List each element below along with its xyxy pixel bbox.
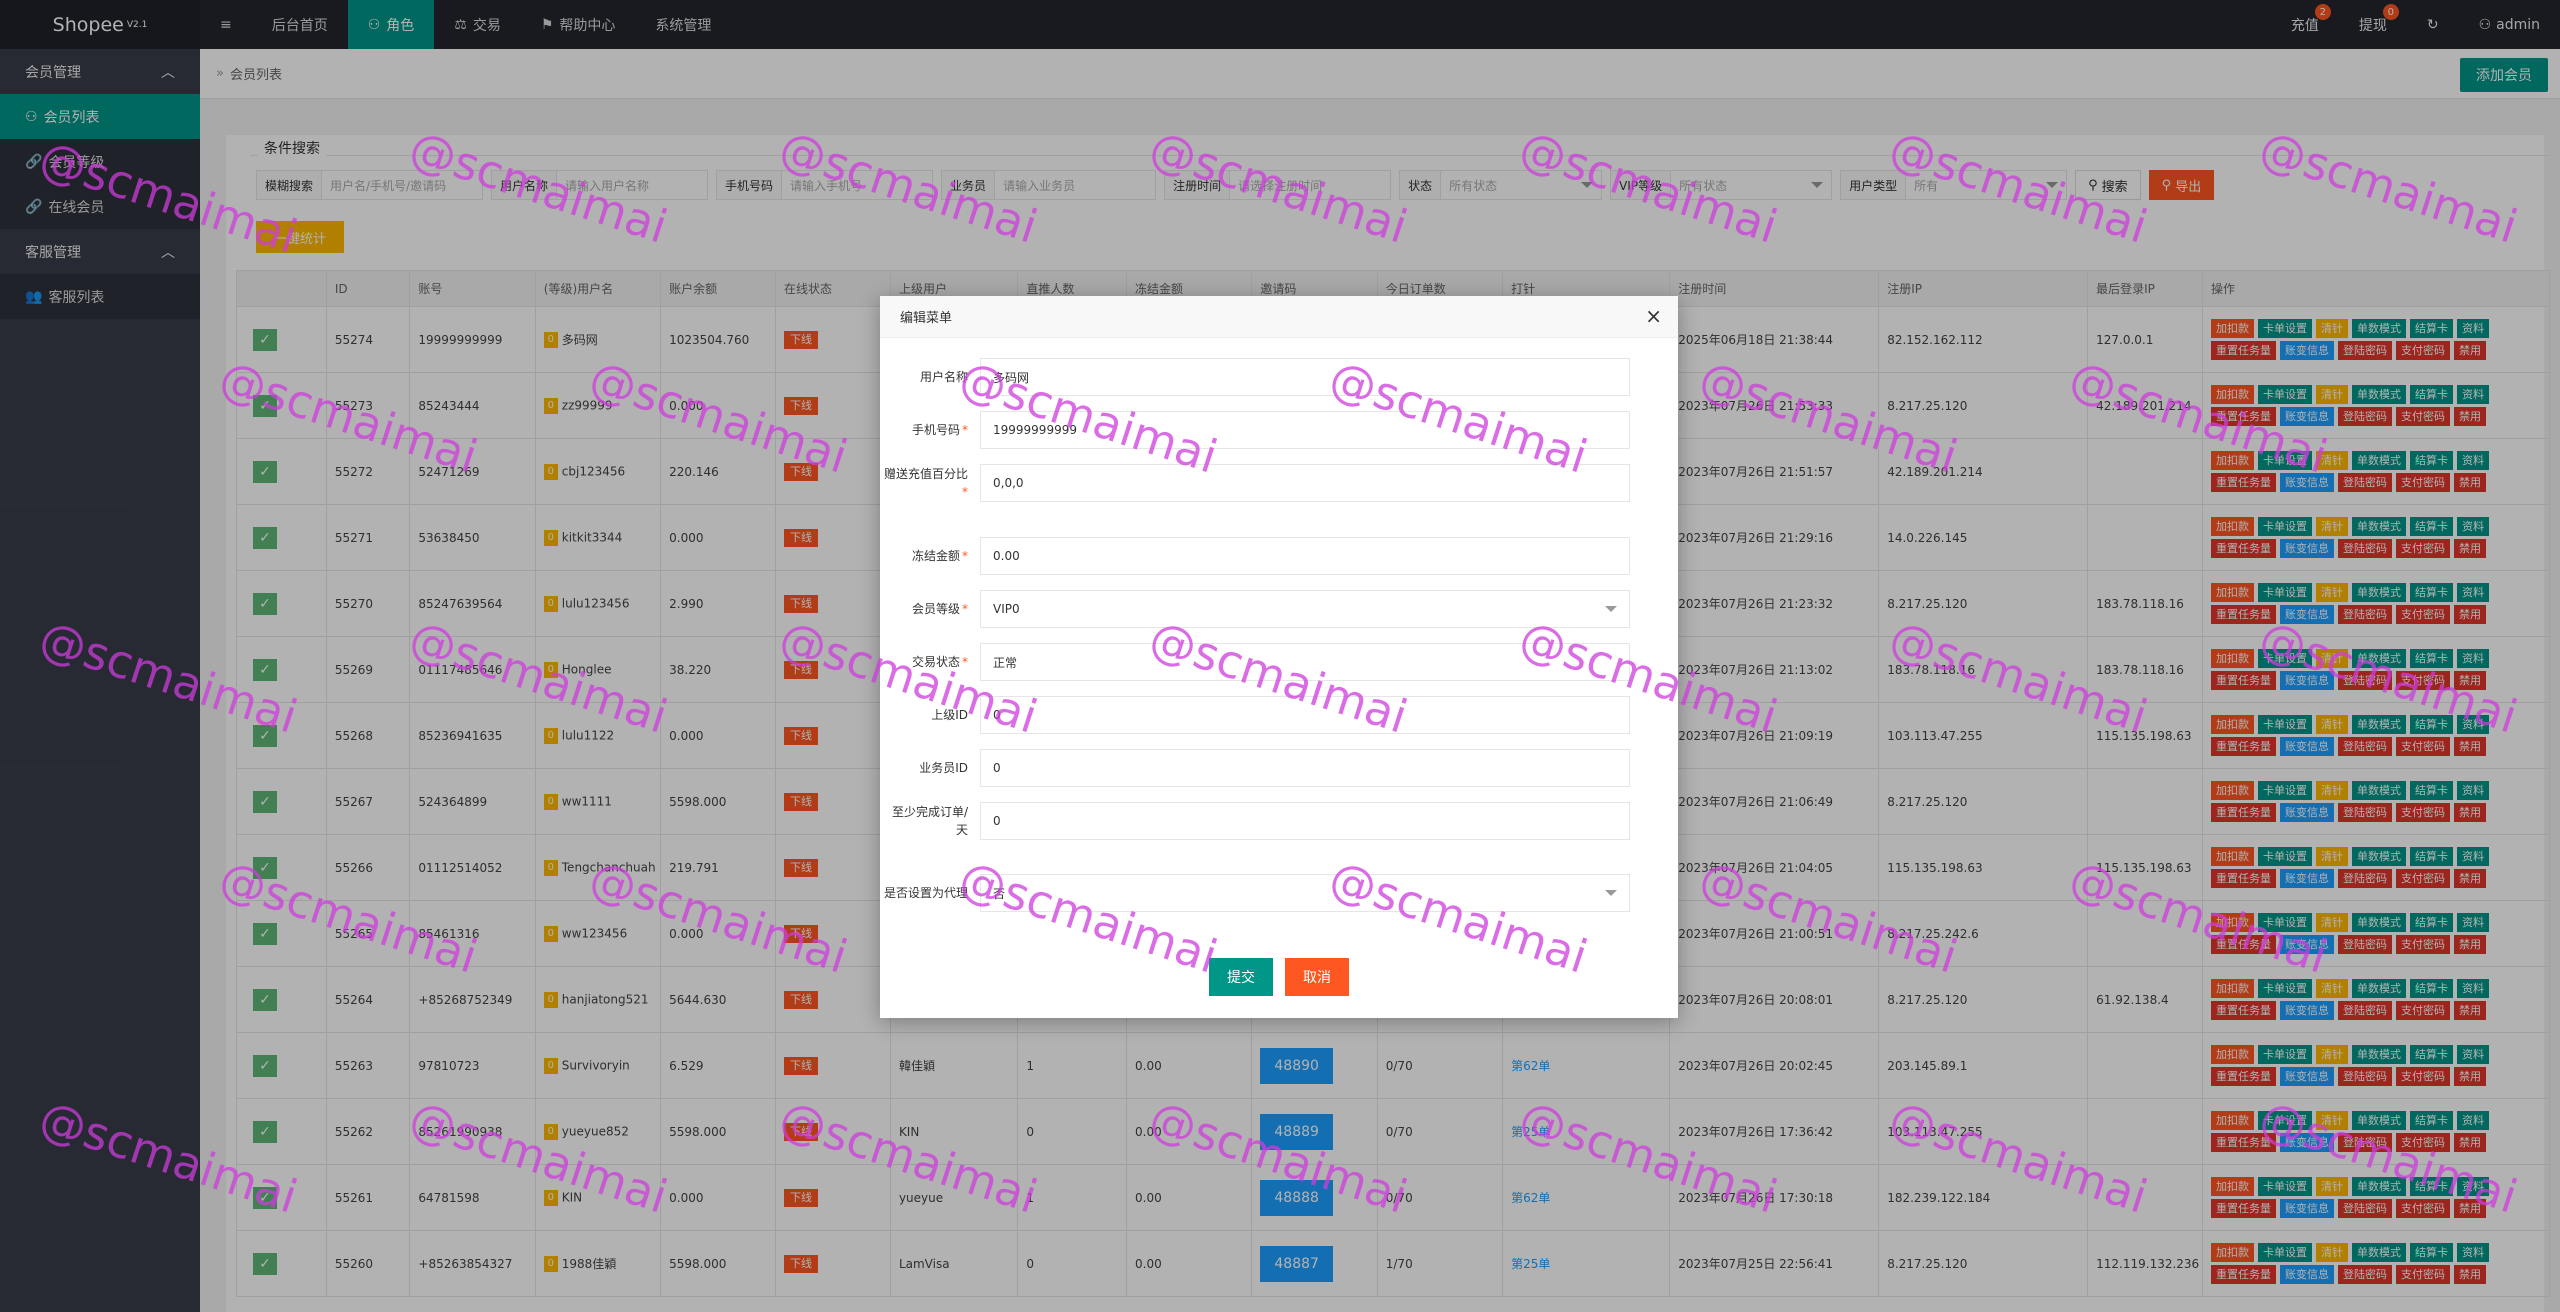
edit-modal: 编辑菜单 × 用户名称 多码网 手机号码 * 19999999999 赠送充值百分比*…: [880, 296, 1678, 1018]
field-salesman-id: 业务员ID 0: [880, 749, 1678, 787]
field-min-orders: 至少完成订单/天 0: [880, 802, 1678, 840]
caret-down-icon: [1605, 890, 1617, 896]
min-orders-field[interactable]: 0: [980, 802, 1630, 840]
bonus-percent-field[interactable]: 0,0,0: [980, 464, 1630, 502]
field-agent: 是否设置为代理否: [880, 874, 1678, 912]
member-level-select[interactable]: VIP0: [980, 590, 1630, 628]
caret-down-icon: [1605, 606, 1617, 612]
agent-select[interactable]: 否: [980, 874, 1630, 912]
field-username: 用户名称 多码网: [880, 358, 1678, 396]
field-trade-status: 交易状态 * 正常: [880, 643, 1678, 681]
close-icon[interactable]: ×: [1645, 306, 1662, 326]
username-field[interactable]: 多码网: [980, 358, 1630, 396]
field-bonus-percent: 赠送充值百分比* 0,0,0: [880, 464, 1678, 502]
field-phone: 手机号码 * 19999999999: [880, 411, 1678, 449]
salesman-id-field[interactable]: 0: [980, 749, 1630, 787]
phone-field[interactable]: 19999999999: [980, 411, 1630, 449]
frozen-amount-field[interactable]: 0.00: [980, 537, 1630, 575]
parent-id-field[interactable]: 0: [980, 696, 1630, 734]
modal-title: 编辑菜单: [880, 296, 1678, 338]
field-member-level: 会员等级 * VIP0: [880, 590, 1678, 628]
cancel-button[interactable]: 取消: [1285, 958, 1349, 996]
field-parent-id: 上级ID 0: [880, 696, 1678, 734]
field-frozen: 冻结金额 * 0.00: [880, 537, 1678, 575]
submit-button[interactable]: 提交: [1209, 958, 1273, 996]
trade-status-field[interactable]: 正常: [980, 643, 1630, 681]
